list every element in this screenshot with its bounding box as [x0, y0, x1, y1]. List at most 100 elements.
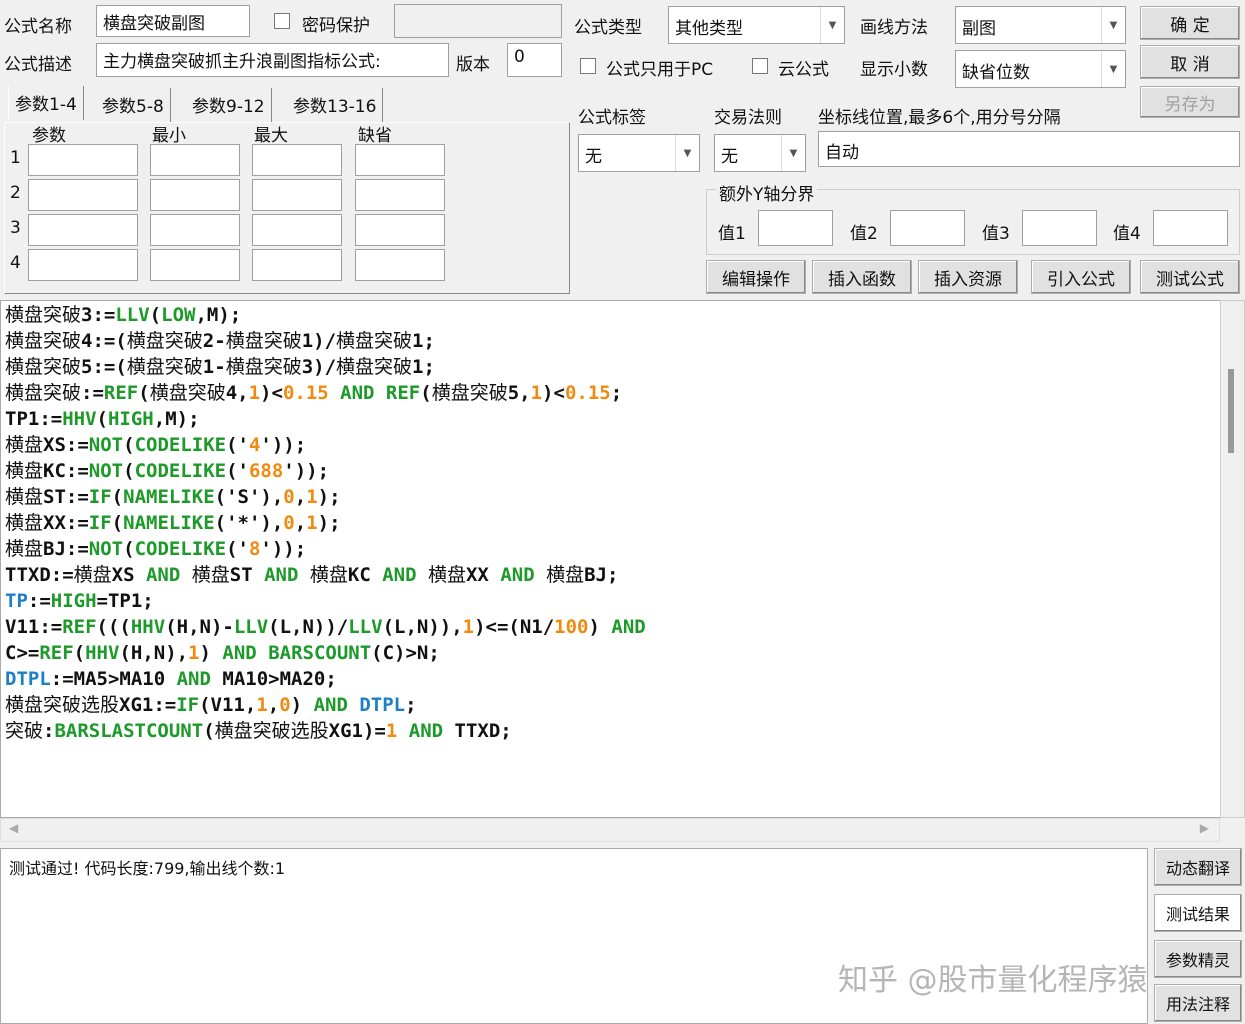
code-token: := [27, 590, 51, 612]
param-min-input[interactable] [150, 249, 240, 281]
import-formula-button[interactable]: 引入公式 [1031, 260, 1131, 294]
param-min-input[interactable] [150, 179, 240, 211]
code-token: LLV [348, 616, 383, 638]
code-line: 横盘突破5:=(横盘突破1-横盘突破3)/横盘突破1; [5, 354, 1216, 380]
code-token: 8 [248, 538, 261, 560]
usage-notes-button[interactable]: 用法注释 [1154, 984, 1242, 1022]
draw-select[interactable]: 副图 ▼ [955, 6, 1126, 44]
code-token: XS [111, 564, 135, 586]
code-token: NOT [88, 460, 124, 482]
code-token: HHV [130, 616, 166, 638]
code-token: TTXD:= [5, 564, 74, 586]
code-token: 1; [412, 330, 435, 352]
code-token: ( [96, 408, 108, 430]
param-wizard-button[interactable]: 参数精灵 [1154, 940, 1242, 978]
cloud-checkbox[interactable] [752, 58, 768, 74]
param-max-input[interactable] [252, 249, 342, 281]
scroll-left-icon[interactable]: ◀ [9, 821, 18, 835]
insert-resource-button[interactable]: 插入资源 [918, 260, 1018, 294]
code-token: 4:=( [81, 330, 127, 352]
code-token: (V11, [199, 694, 257, 716]
y-value-input[interactable] [890, 210, 965, 246]
tag-select[interactable]: 无 ▼ [578, 134, 700, 172]
code-editor[interactable]: 横盘突破3:=LLV(LOW,M); 横盘突破4:=(横盘突破2-横盘突破1)/横… [0, 300, 1220, 818]
code-line: 横盘KC:=NOT(CODELIKE('688')); [5, 458, 1216, 484]
type-select[interactable]: 其他类型 ▼ [668, 6, 845, 44]
param-min-input[interactable] [150, 214, 240, 246]
code-token: 横盘 [5, 434, 44, 456]
code-token: 100 [554, 616, 589, 638]
formula-name-input[interactable]: 横盘突破副图 [96, 5, 250, 37]
param-name-input[interactable] [28, 144, 138, 176]
translate-button[interactable]: 动态翻译 [1154, 848, 1242, 886]
code-token: XS:= [43, 434, 89, 456]
password-input[interactable] [394, 4, 562, 38]
param-max-input[interactable] [252, 144, 342, 176]
tab-params-1-4[interactable]: 参数1-4 [8, 86, 84, 120]
type-label: 公式类型 [574, 18, 642, 38]
horizontal-scrollbar[interactable]: ◀ ▶ [0, 818, 1220, 842]
watermark: 知乎 @股市量化程序猿 [838, 963, 1148, 998]
code-token: IF [88, 486, 112, 508]
pc-only-checkbox[interactable] [580, 58, 596, 74]
code-token: 横盘突破 [5, 330, 82, 352]
param-max-input[interactable] [252, 214, 342, 246]
code-token: ); [317, 512, 341, 534]
cancel-button[interactable]: 取 消 [1140, 45, 1240, 79]
code-token: 1 [306, 486, 318, 508]
param-default-input[interactable] [355, 179, 445, 211]
code-token: (L,N))/ [268, 616, 349, 638]
edit-button[interactable]: 编辑操作 [706, 260, 806, 294]
param-default-input[interactable] [355, 144, 445, 176]
code-token: ( [420, 382, 432, 404]
scrollbar-thumb[interactable] [1228, 369, 1234, 453]
param-default-input[interactable] [355, 249, 445, 281]
decimals-select[interactable]: 缺省位数 ▼ [955, 50, 1126, 88]
code-token: ')); [260, 434, 307, 456]
param-row-number: 1 [10, 148, 21, 168]
code-token: 1 [256, 694, 268, 716]
cloud-label: 云公式 [778, 60, 829, 80]
y-value-input[interactable] [758, 210, 833, 246]
code-token: (' [226, 460, 249, 482]
code-token: (L,N)), [382, 616, 463, 638]
tab-params-13-16[interactable]: 参数13-16 [287, 88, 384, 122]
code-token: AND [134, 564, 192, 586]
y-value-input[interactable] [1022, 210, 1097, 246]
axis-input[interactable]: 自动 [818, 131, 1240, 167]
code-token: BJ:= [43, 538, 89, 560]
param-name-input[interactable] [28, 214, 138, 246]
y-value-input[interactable] [1153, 210, 1228, 246]
formula-desc-input[interactable]: 主力横盘突破抓主升浪副图指标公式: [96, 43, 449, 77]
y-value-label: 值1 [718, 224, 746, 244]
param-name-input[interactable] [28, 249, 138, 281]
scroll-right-icon[interactable]: ▶ [1200, 821, 1209, 835]
code-token: ( [203, 720, 215, 742]
ok-button[interactable]: 确 定 [1140, 6, 1240, 40]
test-result-button[interactable]: 测试结果 [1154, 894, 1242, 932]
chevron-down-icon: ▼ [675, 135, 699, 171]
test-formula-button[interactable]: 测试公式 [1140, 260, 1240, 294]
insert-function-button[interactable]: 插入函数 [812, 260, 912, 294]
trade-select[interactable]: 无 ▼ [714, 134, 806, 172]
vertical-scrollbar[interactable] [1220, 300, 1245, 818]
code-token: ,M); [195, 304, 242, 326]
code-token: REF [39, 642, 74, 664]
param-min-input[interactable] [150, 144, 240, 176]
version-input[interactable]: 0 [507, 43, 562, 77]
code-token: ; [405, 694, 417, 716]
tab-params-9-12[interactable]: 参数9-12 [186, 88, 272, 122]
col-min: 最小 [152, 126, 186, 146]
save-as-button[interactable]: 另存为 [1140, 86, 1240, 118]
yaxis-group-label: 额外Y轴分界 [716, 180, 818, 205]
param-max-input[interactable] [252, 179, 342, 211]
password-checkbox[interactable] [274, 13, 290, 29]
code-token: ((( [96, 616, 131, 638]
param-default-input[interactable] [355, 214, 445, 246]
code-token: KC:= [43, 460, 89, 482]
code-token: 横盘 [546, 564, 585, 586]
tab-params-5-8[interactable]: 参数5-8 [96, 88, 171, 122]
code-token: ( [138, 382, 150, 404]
code-token: 突破 [5, 720, 44, 742]
param-name-input[interactable] [28, 179, 138, 211]
